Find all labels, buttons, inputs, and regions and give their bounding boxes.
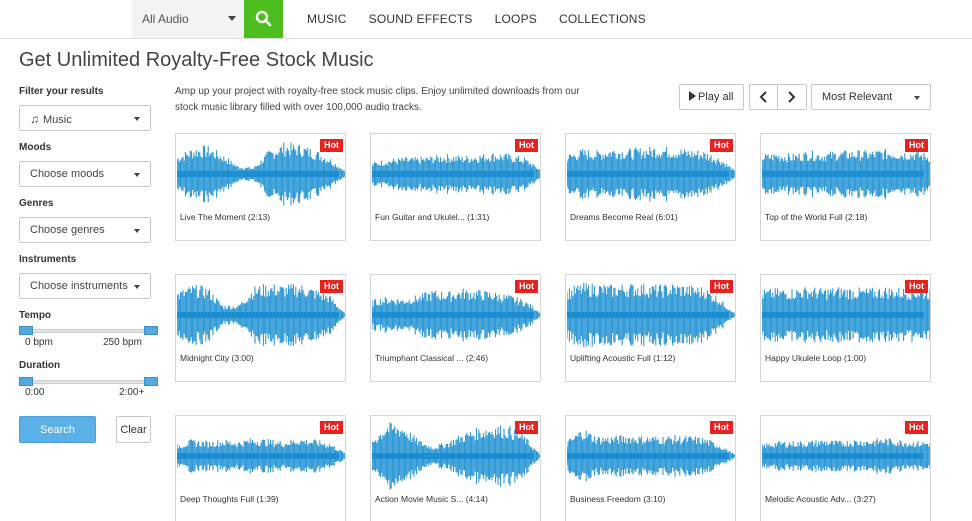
track-card[interactable]: Hot Action Movie Music S... (4:14) (370, 415, 541, 521)
genres-label: Genres (19, 198, 54, 209)
hot-badge: Hot (710, 280, 733, 293)
search-icon (255, 10, 272, 27)
track-title[interactable]: Midnight City (3:00) (180, 353, 254, 363)
category-value: Music (43, 114, 72, 126)
track-title[interactable]: Melodic Acoustic Adv... (3:27) (765, 494, 876, 504)
top-navigation: All Audio MUSIC SOUND EFFECTS LOOPS COLL… (0, 0, 972, 39)
nav-music[interactable]: MUSIC (296, 0, 358, 38)
duration-min-handle[interactable] (19, 377, 33, 386)
hot-badge: Hot (710, 139, 733, 152)
intro-line-1: Amp up your project with royalty-free st… (175, 86, 580, 97)
filter-search-button[interactable]: Search (19, 416, 96, 443)
audio-type-value: All Audio (142, 12, 189, 26)
next-page-button[interactable] (778, 85, 806, 109)
track-title[interactable]: Happy Ukulele Loop (1:00) (765, 353, 866, 363)
prev-page-button[interactable] (750, 85, 778, 109)
track-card[interactable]: Hot Happy Ukulele Loop (1:00) (760, 274, 931, 382)
genres-select[interactable]: Choose genres (19, 217, 151, 243)
track-title[interactable]: Fun Guitar and Ukulel... (1:31) (375, 212, 489, 222)
caret-down-icon (134, 229, 140, 233)
chevron-left-icon (759, 91, 767, 103)
hot-badge: Hot (320, 421, 343, 434)
tempo-label: Tempo (19, 310, 52, 321)
duration-max-label: 2:00+ (119, 387, 145, 398)
nav-loops[interactable]: LOOPS (484, 0, 548, 38)
play-icon (689, 91, 696, 101)
genres-placeholder: Choose genres (30, 224, 105, 236)
caret-down-icon (134, 173, 140, 177)
nav-collections[interactable]: COLLECTIONS (548, 0, 657, 38)
filter-heading: Filter your results (19, 86, 104, 97)
tempo-min-label: 0 bpm (25, 337, 53, 348)
chevron-right-icon (788, 91, 796, 103)
pager (749, 84, 807, 110)
track-title[interactable]: Business Freedom (3:10) (570, 494, 665, 504)
track-title[interactable]: Deep Thoughts Full (1:39) (180, 494, 279, 504)
hot-badge: Hot (320, 139, 343, 152)
instruments-label: Instruments (19, 254, 77, 265)
caret-down-icon (134, 285, 140, 289)
caret-down-icon (914, 96, 920, 100)
hot-badge: Hot (515, 421, 538, 434)
instruments-placeholder: Choose instruments (30, 280, 128, 292)
track-title[interactable]: Live The Moment (2:13) (180, 212, 270, 222)
instruments-select[interactable]: Choose instruments (19, 273, 151, 299)
sort-select[interactable]: Most Relevant (811, 84, 931, 110)
tempo-slider[interactable] (19, 326, 158, 336)
track-title[interactable]: Dreams Become Real (6:01) (570, 212, 678, 222)
play-all-label: Play all (698, 91, 734, 103)
hot-badge: Hot (710, 421, 733, 434)
sort-value: Most Relevant (822, 91, 893, 103)
music-note-icon: ♫ (30, 112, 39, 126)
page-title: Get Unlimited Royalty-Free Stock Music (19, 49, 374, 71)
tempo-max-label: 250 bpm (103, 337, 142, 348)
track-card[interactable]: Hot Top of the World Full (2:18) (760, 133, 931, 241)
hot-badge: Hot (515, 139, 538, 152)
track-title[interactable]: Action Movie Music S... (4:14) (375, 494, 488, 504)
track-card[interactable]: Hot Deep Thoughts Full (1:39) (175, 415, 346, 521)
intro-line-2: stock music library filled with over 100… (175, 102, 422, 113)
track-card[interactable]: Hot Uplifting Acoustic Full (1:12) (565, 274, 736, 382)
track-card[interactable]: Hot Midnight City (3:00) (175, 274, 346, 382)
hot-badge: Hot (905, 421, 928, 434)
moods-label: Moods (19, 142, 52, 153)
tempo-min-handle[interactable] (19, 326, 33, 335)
track-card[interactable]: Hot Live The Moment (2:13) (175, 133, 346, 241)
track-card[interactable]: Hot Fun Guitar and Ukulel... (1:31) (370, 133, 541, 241)
tempo-max-handle[interactable] (144, 326, 158, 335)
play-all-button[interactable]: Play all (679, 84, 744, 110)
track-card[interactable]: Hot Triumphant Classical ... (2:46) (370, 274, 541, 382)
hot-badge: Hot (320, 280, 343, 293)
track-title[interactable]: Triumphant Classical ... (2:46) (375, 353, 488, 363)
search-button[interactable] (244, 0, 283, 38)
filter-clear-button[interactable]: Clear (116, 416, 151, 443)
caret-down-icon (134, 117, 140, 121)
hot-badge: Hot (905, 139, 928, 152)
intro-text: Amp up your project with royalty-free st… (175, 84, 605, 116)
duration-min-label: 0:00 (25, 387, 45, 398)
track-card[interactable]: Hot Melodic Acoustic Adv... (3:27) (760, 415, 931, 521)
duration-max-handle[interactable] (144, 377, 158, 386)
track-card[interactable]: Hot Dreams Become Real (6:01) (565, 133, 736, 241)
moods-select[interactable]: Choose moods (19, 161, 151, 187)
duration-track (19, 380, 151, 384)
category-select[interactable]: ♫ Music (19, 105, 151, 131)
caret-down-icon (228, 16, 236, 21)
moods-placeholder: Choose moods (30, 168, 104, 180)
duration-label: Duration (19, 360, 61, 371)
main-nav: MUSIC SOUND EFFECTS LOOPS COLLECTIONS (296, 0, 657, 38)
nav-sound-effects[interactable]: SOUND EFFECTS (358, 0, 484, 38)
audio-type-select[interactable]: All Audio (132, 0, 244, 38)
track-card[interactable]: Hot Business Freedom (3:10) (565, 415, 736, 521)
hot-badge: Hot (905, 280, 928, 293)
duration-slider[interactable] (19, 377, 158, 387)
tempo-track (19, 329, 151, 333)
track-title[interactable]: Uplifting Acoustic Full (1:12) (570, 353, 675, 363)
track-title[interactable]: Top of the World Full (2:18) (765, 212, 867, 222)
hot-badge: Hot (515, 280, 538, 293)
logo-area (0, 0, 132, 38)
